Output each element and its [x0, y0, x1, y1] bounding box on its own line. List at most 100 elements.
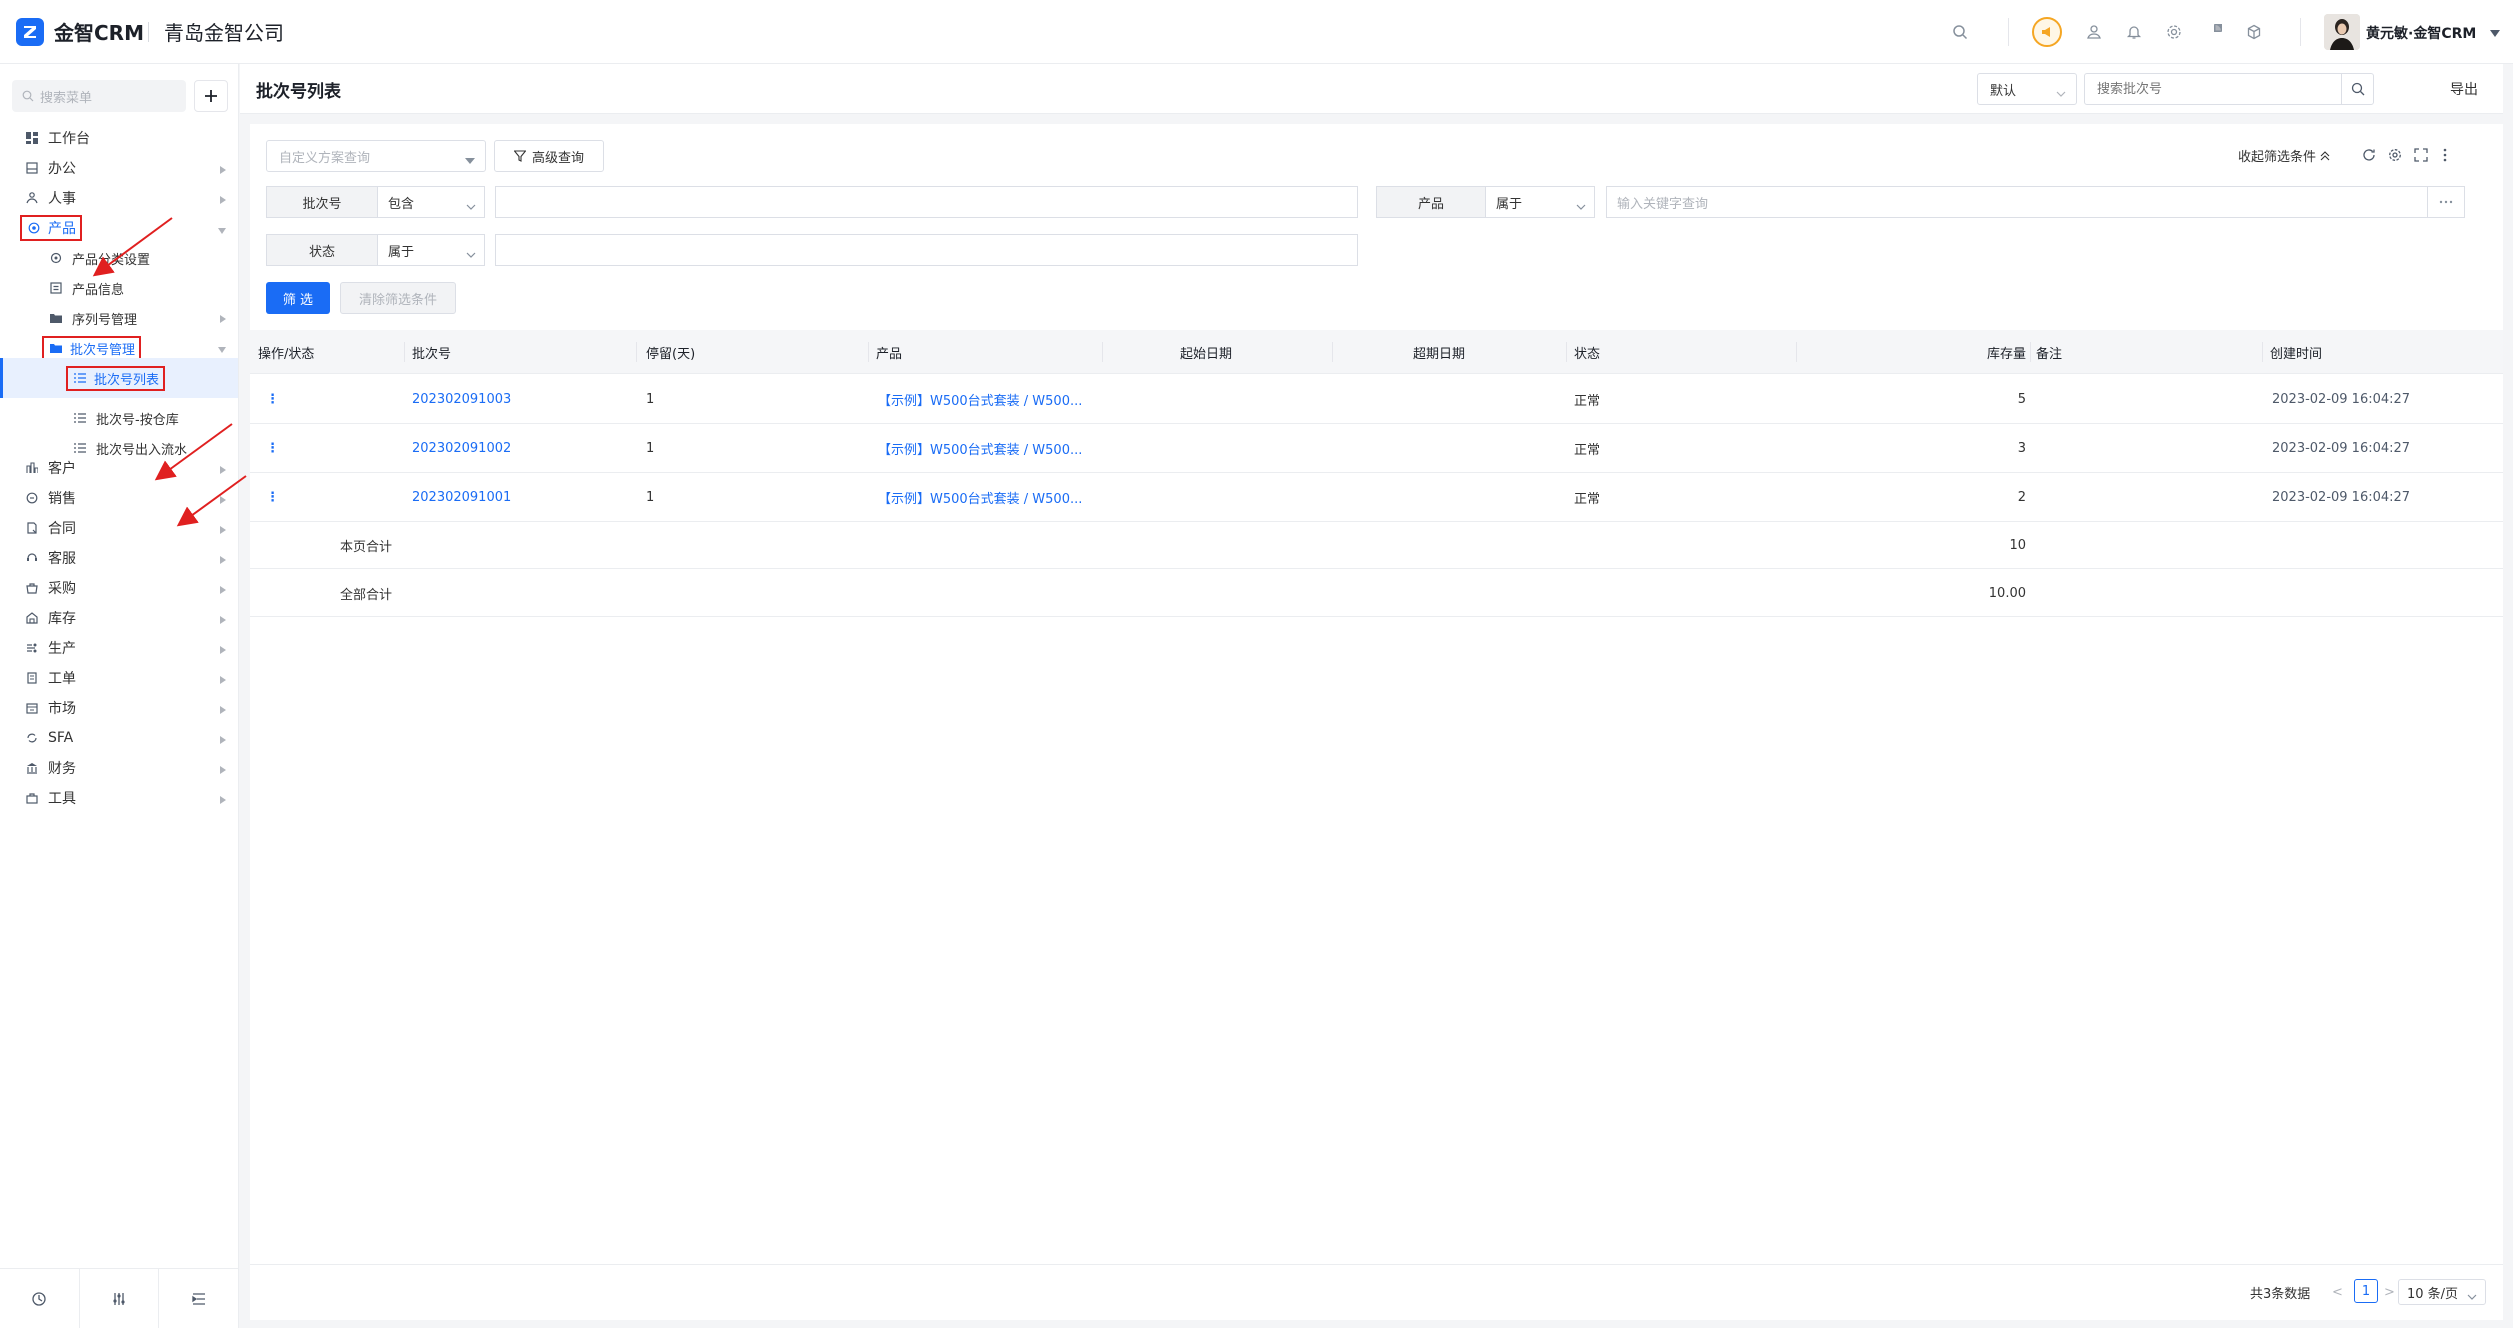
chevron-down-icon[interactable]	[2490, 26, 2500, 42]
page-size-select[interactable]: 10 条/页	[2398, 1279, 2486, 1305]
bell-icon[interactable]	[2122, 20, 2146, 44]
next-page-button[interactable]: >	[2384, 1285, 2395, 1300]
menu-search-input[interactable]: 搜索菜单	[12, 80, 186, 112]
column-header[interactable]: 停留(天)	[646, 330, 695, 374]
chevron-right-icon	[220, 462, 226, 478]
avatar[interactable]	[2324, 14, 2360, 50]
collapse-menu-icon[interactable]	[159, 1269, 238, 1328]
page-total-row: 本页合计 10	[250, 522, 2503, 569]
advanced-query-button[interactable]: 高级查询	[494, 140, 604, 172]
contacts-icon[interactable]	[2082, 20, 2106, 44]
folder-icon	[48, 340, 64, 356]
company-name[interactable]: 青岛金智公司	[164, 17, 284, 46]
sidebar-item-label: 生产	[48, 641, 76, 657]
status-text: 正常	[1574, 394, 1601, 409]
more-vertical-icon[interactable]	[2434, 144, 2456, 166]
filter-op-product[interactable]: 属于	[1485, 186, 1595, 218]
table-row[interactable]: ⋮ 202302091001 1 【示例】W500台式套装 / W500... …	[250, 473, 2503, 522]
column-header[interactable]: 操作/状态	[258, 330, 314, 374]
filter-submit-button[interactable]: 筛 选	[266, 282, 330, 314]
sidebar-item-label: 客服	[48, 551, 76, 567]
created-time: 2023-02-09 16:04:27	[2272, 441, 2411, 456]
highlight-box: 批次号管理	[42, 335, 142, 361]
view-select[interactable]: 默认	[1977, 73, 2077, 105]
clear-filters-button[interactable]: 清除筛选条件	[340, 282, 456, 314]
prev-page-button[interactable]: <	[2332, 1285, 2343, 1300]
chevron-down-icon	[466, 247, 476, 262]
collapse-filters-button[interactable]: 收起筛选条件	[2238, 146, 2330, 165]
export-button[interactable]: 导出	[2450, 79, 2478, 99]
column-header[interactable]: 超期日期	[1413, 330, 1465, 374]
announcement-icon[interactable]	[2032, 17, 2062, 47]
column-header[interactable]: 起始日期	[1180, 330, 1232, 374]
row-actions-icon[interactable]: ⋮	[266, 375, 279, 424]
scheme-select-placeholder: 自定义方案查询	[279, 150, 371, 166]
customer-icon	[24, 460, 40, 476]
pie-chart-icon[interactable]	[2202, 20, 2226, 44]
divider	[1332, 342, 1333, 362]
filter-op-batch[interactable]: 包含	[377, 186, 485, 218]
sidebar: 搜索菜单 工作台 办公 人事 产品 产品分类设置 产品信息 序列号管理 批次号管…	[0, 64, 239, 1328]
table-row[interactable]: ⋮ 202302091002 1 【示例】W500台式套装 / W500... …	[250, 424, 2503, 473]
gear-icon[interactable]	[2162, 20, 2186, 44]
divider	[404, 342, 405, 362]
batch-search-input[interactable]	[2085, 74, 2335, 104]
row-actions-icon[interactable]: ⋮	[266, 473, 279, 522]
fullscreen-icon[interactable]	[2410, 144, 2432, 166]
app-name[interactable]: 金智CRM	[54, 17, 144, 46]
chevron-right-icon	[220, 312, 226, 327]
sidebar-item-label: 销售	[48, 491, 76, 507]
table-row[interactable]: ⋮ 202302091003 1 【示例】W500台式套装 / W500... …	[250, 375, 2503, 424]
sidebar-item-label: 工作台	[48, 131, 90, 147]
chevron-right-icon	[220, 522, 226, 538]
contract-icon	[24, 520, 40, 536]
column-header[interactable]: 产品	[876, 330, 902, 374]
scheme-select[interactable]: 自定义方案查询	[266, 140, 486, 172]
column-header[interactable]: 创建时间	[2270, 330, 2322, 374]
page-number[interactable]: 1	[2354, 1279, 2378, 1303]
sidebar-item-label: 财务	[48, 761, 76, 777]
sidebar-item-tools[interactable]: 工具	[0, 778, 238, 818]
column-header[interactable]: 批次号	[412, 330, 451, 374]
stay-days: 1	[646, 441, 655, 456]
search-icon[interactable]	[1948, 20, 1972, 44]
filter-icon	[513, 150, 526, 162]
settings-icon[interactable]	[2384, 144, 2406, 166]
filter-input-batch[interactable]	[495, 186, 1358, 218]
filter-op-status[interactable]: 属于	[377, 234, 485, 266]
column-header[interactable]: 状态	[1574, 330, 1600, 374]
scrollbar-track[interactable]	[2503, 64, 2513, 1328]
column-header[interactable]: 备注	[2036, 330, 2062, 374]
search-button[interactable]	[2341, 74, 2373, 104]
service-icon	[24, 550, 40, 566]
inventory-icon	[24, 610, 40, 626]
filter-settings-icon[interactable]	[80, 1269, 160, 1328]
divider	[1566, 342, 1567, 362]
product-link[interactable]: 【示例】W500台式套装 / W500...	[878, 473, 1088, 522]
sidebar-item-batch-list[interactable]: 批次号列表	[0, 358, 238, 398]
batch-number-link[interactable]: 202302091002	[412, 424, 511, 473]
more-options-button[interactable]	[2427, 186, 2465, 218]
product-link[interactable]: 【示例】W500台式套装 / W500...	[878, 424, 1088, 473]
product-link[interactable]: 【示例】W500台式套装 / W500...	[878, 375, 1088, 424]
refresh-icon[interactable]	[2358, 144, 2380, 166]
logo-icon[interactable]	[16, 18, 44, 46]
hr-icon	[24, 190, 40, 206]
filter-label-product: 产品	[1376, 186, 1486, 218]
menu-search-placeholder: 搜索菜单	[40, 90, 93, 106]
filter-input-status[interactable]	[495, 234, 1358, 266]
stock-quantity: 5	[2017, 392, 2026, 407]
sidebar-item-label: 批次号-按仓库	[96, 412, 179, 428]
filter-input-product[interactable]: 输入关键字查询	[1606, 186, 2428, 218]
batch-number-link[interactable]: 202302091003	[412, 375, 511, 424]
chevron-right-icon	[220, 732, 226, 748]
divider	[2008, 18, 2009, 46]
row-actions-icon[interactable]: ⋮	[266, 424, 279, 473]
history-icon[interactable]	[0, 1269, 80, 1328]
column-header[interactable]: 库存量	[1966, 330, 2026, 374]
add-button[interactable]	[194, 80, 228, 112]
batch-number-link[interactable]: 202302091001	[412, 473, 511, 522]
sidebar-item-label: 产品信息	[72, 282, 125, 298]
user-name[interactable]: 黄元敏·金智CRM	[2366, 23, 2476, 43]
cube-icon[interactable]	[2242, 20, 2266, 44]
